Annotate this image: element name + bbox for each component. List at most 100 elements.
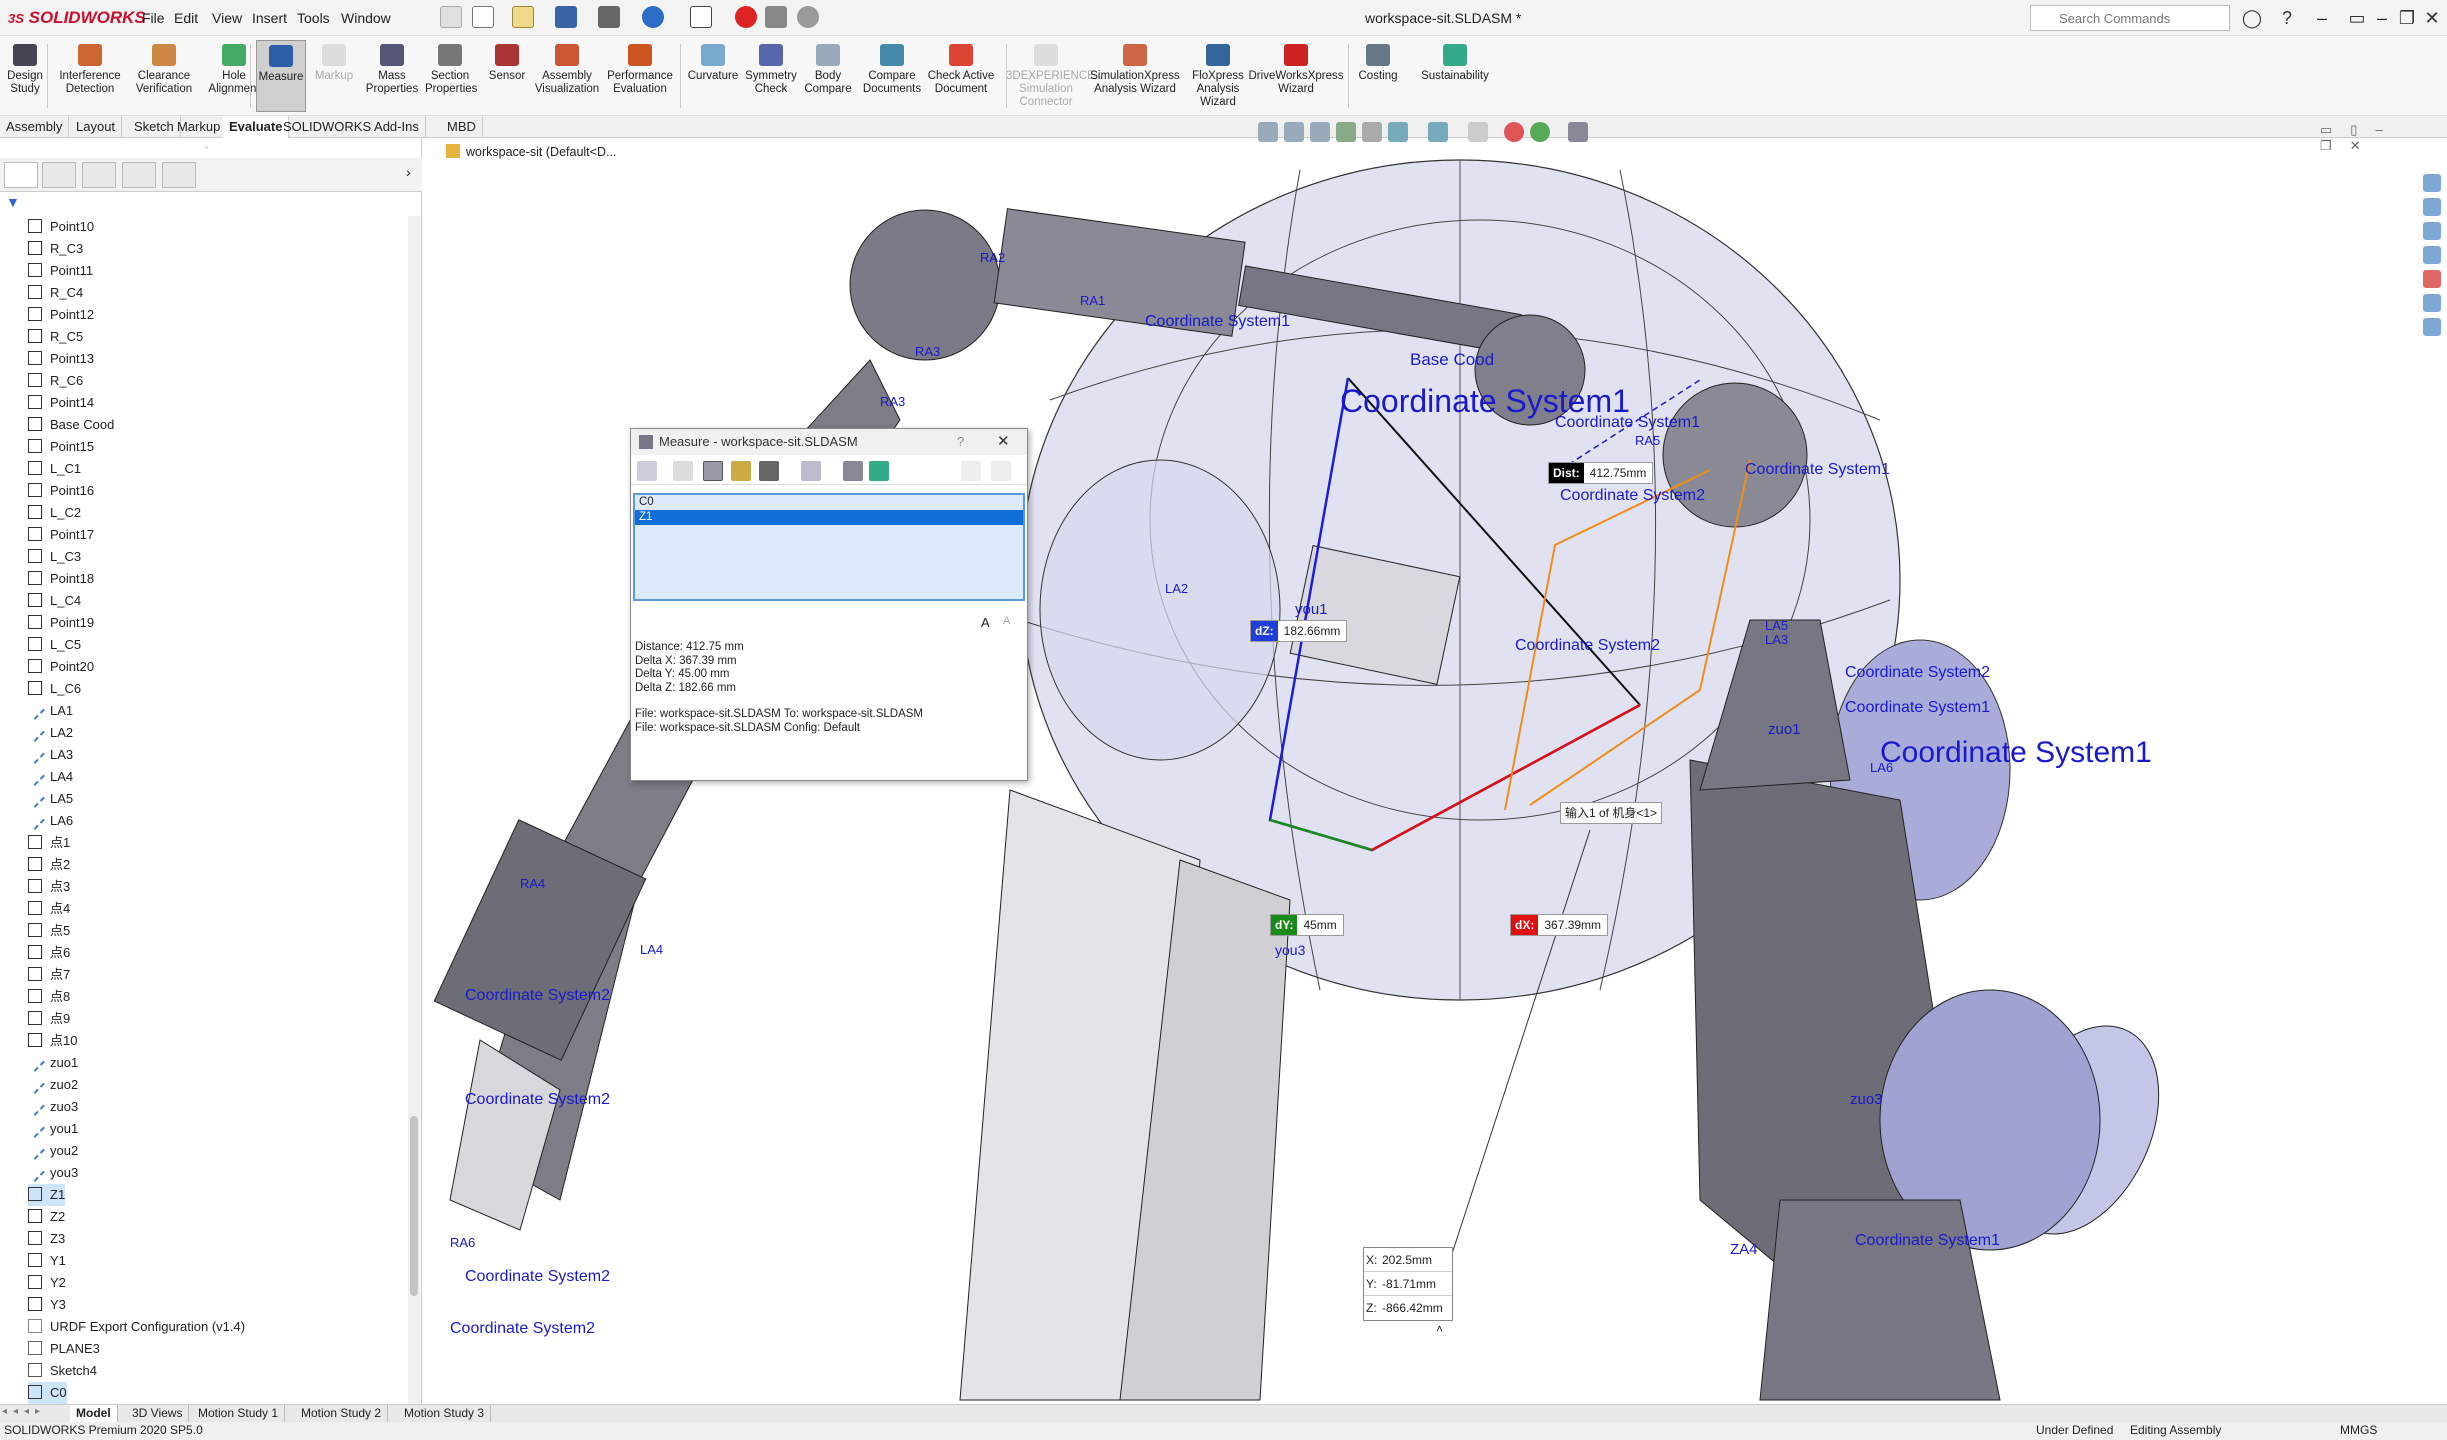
- hide-show-icon[interactable]: [1468, 122, 1488, 142]
- arc-circle-measurements-icon[interactable]: [637, 461, 657, 481]
- distance-callout[interactable]: Dist: 412.75mm: [1548, 462, 1654, 484]
- ribbon-floxpress-analysis-wizard[interactable]: FloXpress Analysis Wizard: [1186, 40, 1250, 112]
- ribbon-hole-alignment[interactable]: Hole Alignment: [204, 40, 264, 112]
- tree-item--4[interactable]: 点4: [28, 898, 70, 920]
- tab-mbd[interactable]: MBD: [441, 116, 483, 138]
- measure-selection-list[interactable]: C0 Z1: [633, 493, 1025, 601]
- tree-item-l-c5[interactable]: L_C5: [28, 634, 81, 656]
- ribbon-section-properties[interactable]: Section Properties: [425, 40, 477, 112]
- feature-manager-tab-icon[interactable]: [4, 162, 38, 188]
- tree-item-point13[interactable]: Point13: [28, 348, 94, 370]
- ribbon-symmetry-check[interactable]: Symmetry Check: [742, 40, 800, 112]
- tree-item-plane3[interactable]: PLANE3: [28, 1338, 100, 1360]
- selection-item[interactable]: C0: [635, 495, 1023, 510]
- bottom-tab-3d-views[interactable]: 3D Views: [126, 1405, 190, 1423]
- display-manager-tab-icon[interactable]: [162, 162, 196, 188]
- tree-item-you3[interactable]: you3: [25, 1162, 78, 1184]
- status-units[interactable]: MMGS: [2340, 1422, 2377, 1439]
- tree-item-z1[interactable]: Z1: [28, 1184, 66, 1206]
- help-icon[interactable]: ?: [957, 429, 964, 455]
- tree-item--7[interactable]: 点7: [28, 964, 70, 986]
- tree-item-l-c1[interactable]: L_C1: [28, 458, 81, 480]
- solidworks-resources-icon[interactable]: [2423, 174, 2441, 192]
- xyz-readout[interactable]: X: 202.5mm Y: -81.71mm Z: -866.42mm: [1363, 1247, 1453, 1321]
- ribbon-simulationxpress-analysiswizard[interactable]: SimulationXpress Analysis Wizard: [1090, 40, 1180, 112]
- font-size-small-icon[interactable]: A: [1003, 615, 1010, 627]
- ribbon-body-compare[interactable]: Body Compare: [800, 40, 856, 112]
- dynamic-annotation-icon[interactable]: [1362, 122, 1382, 142]
- tree-item-y1[interactable]: Y1: [28, 1250, 66, 1272]
- tree-item-point17[interactable]: Point17: [28, 524, 94, 546]
- ribbon-measure[interactable]: Measure: [256, 40, 306, 112]
- menu-insert[interactable]: Insert: [252, 10, 287, 26]
- save-icon[interactable]: [555, 6, 577, 28]
- tree-item-c0[interactable]: C0: [28, 1382, 67, 1404]
- ribbon-driveworksxpress-wizard[interactable]: DriveWorksXpress Wizard: [1248, 40, 1344, 112]
- viewport-maximize-icon[interactable]: ❐: [2320, 138, 2350, 153]
- menu-tools[interactable]: Tools: [297, 10, 330, 26]
- menu-edit[interactable]: Edit: [174, 10, 198, 26]
- tree-item-la2[interactable]: LA2: [25, 722, 73, 744]
- menu-view[interactable]: View: [212, 10, 242, 26]
- viewport-close-icon[interactable]: ✕: [2350, 138, 2379, 153]
- dy-callout[interactable]: dY: 45mm: [1270, 914, 1344, 936]
- tile-v-icon[interactable]: ▯: [2350, 122, 2375, 137]
- tree-item-l-c3[interactable]: L_C3: [28, 546, 81, 568]
- file-properties-icon[interactable]: [765, 6, 787, 28]
- tree-item--3[interactable]: 点3: [28, 876, 70, 898]
- scene-icon[interactable]: [1530, 122, 1550, 142]
- bottom-tab-model[interactable]: Model: [70, 1405, 118, 1423]
- ribbon-compare-documents[interactable]: Compare Documents: [860, 40, 924, 112]
- tree-item-point14[interactable]: Point14: [28, 392, 94, 414]
- close-icon[interactable]: ✕: [997, 429, 1010, 455]
- maximize-icon[interactable]: ❐: [2395, 6, 2419, 30]
- tree-item-z3[interactable]: Z3: [28, 1228, 65, 1250]
- rebuild-icon[interactable]: [735, 6, 757, 28]
- menu-window[interactable]: Window: [341, 10, 391, 26]
- zoom-area-icon[interactable]: [1284, 122, 1304, 142]
- ribbon-clearance-verification[interactable]: Clearance Verification: [130, 40, 198, 112]
- tree-item-point18[interactable]: Point18: [28, 568, 94, 590]
- viewport-minimize-icon[interactable]: –: [2375, 122, 2400, 137]
- tree-item-y3[interactable]: Y3: [28, 1294, 66, 1316]
- open-icon[interactable]: [512, 6, 534, 28]
- tree-item-r-c4[interactable]: R_C4: [28, 282, 83, 304]
- tree-item-la3[interactable]: LA3: [25, 744, 73, 766]
- tree-item-y2[interactable]: Y2: [28, 1272, 66, 1294]
- menu-file[interactable]: File: [142, 10, 165, 26]
- bottom-tab-motion-study-2[interactable]: Motion Study 2: [295, 1405, 389, 1423]
- ribbon-sensor[interactable]: Sensor: [482, 40, 532, 112]
- ribbon-design-study[interactable]: Design Study: [4, 40, 46, 112]
- bottom-tab-motion-study-1[interactable]: Motion Study 1: [192, 1405, 286, 1423]
- tree-item-point20[interactable]: Point20: [28, 656, 94, 678]
- user-icon[interactable]: ◯: [2240, 6, 2264, 30]
- property-manager-tab-icon[interactable]: [42, 162, 76, 188]
- dz-callout[interactable]: dZ: 182.66mm: [1250, 620, 1348, 642]
- font-size-icon[interactable]: A: [981, 615, 990, 630]
- tree-item--5[interactable]: 点5: [28, 920, 70, 942]
- ribbon-interference-detection[interactable]: Interference Detection: [52, 40, 128, 112]
- units-precision-icon[interactable]: [673, 461, 693, 481]
- close-icon[interactable]: ✕: [2420, 6, 2444, 30]
- dx-callout[interactable]: dX: 367.39mm: [1510, 914, 1609, 936]
- help-icon[interactable]: ?: [2275, 6, 2299, 30]
- tree-item-zuo1[interactable]: zuo1: [25, 1052, 78, 1074]
- tree-item-zuo2[interactable]: zuo2: [25, 1074, 78, 1096]
- tree-item-point19[interactable]: Point19: [28, 612, 94, 634]
- ribbon-costing[interactable]: Costing: [1350, 40, 1406, 112]
- view-orientation-icon[interactable]: [1388, 122, 1408, 142]
- tab-nav-arrows[interactable]: ◂◂◂▸: [2, 1406, 46, 1417]
- chevron-up-icon[interactable]: ˄: [1436, 1322, 1443, 1336]
- ribbon-curvature[interactable]: Curvature: [684, 40, 742, 112]
- collapse-icon[interactable]: [991, 461, 1011, 481]
- tree-item-l-c6[interactable]: L_C6: [28, 678, 81, 700]
- tree-item--9[interactable]: 点9: [28, 1008, 70, 1030]
- design-library-icon[interactable]: [2423, 198, 2441, 216]
- tile-icon[interactable]: ▭: [2320, 122, 2350, 137]
- tree-item-point16[interactable]: Point16: [28, 480, 94, 502]
- tree-item--1[interactable]: 点1: [28, 832, 70, 854]
- tree-item-point10[interactable]: Point10: [28, 216, 94, 238]
- tree-item-la5[interactable]: LA5: [25, 788, 73, 810]
- tree-item-you2[interactable]: you2: [25, 1140, 78, 1162]
- section-view-icon[interactable]: [1336, 122, 1356, 142]
